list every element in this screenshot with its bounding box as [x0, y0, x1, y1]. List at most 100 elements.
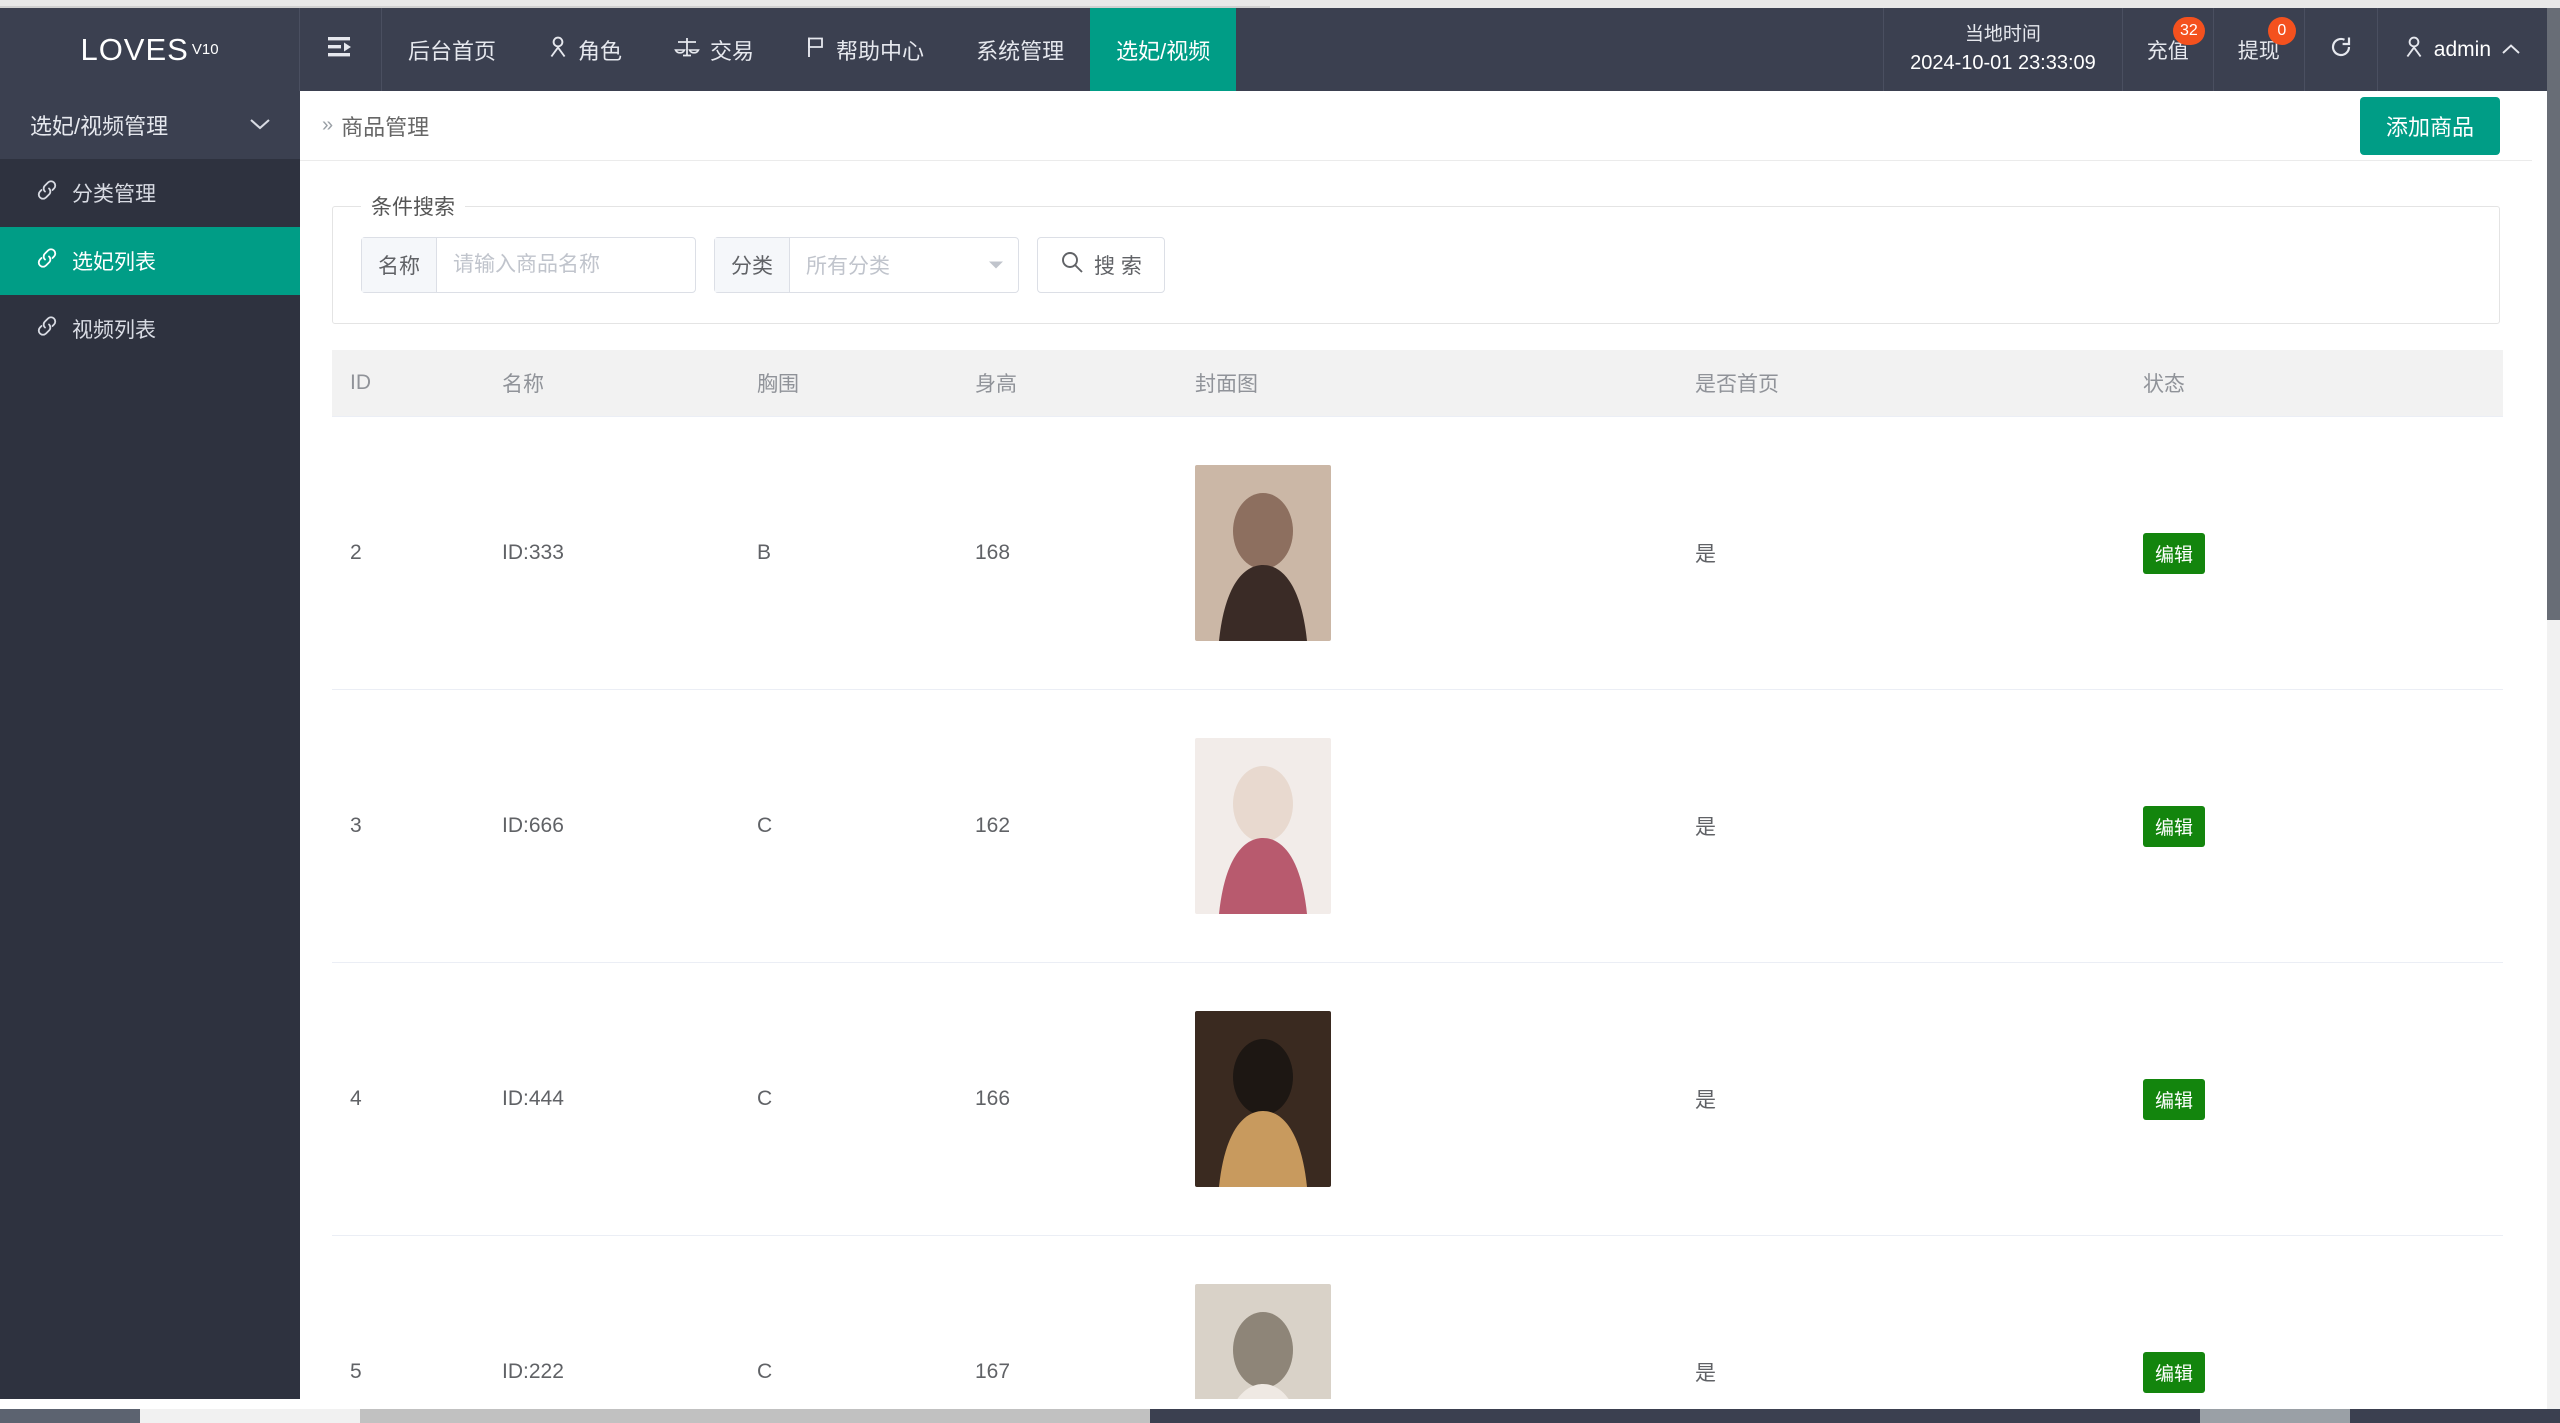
search-panel-legend: 条件搜索: [371, 196, 455, 219]
withdraw-badge: 0: [2267, 17, 2296, 45]
local-time-label: 当地时间: [1964, 24, 2041, 46]
menu-toggle-button[interactable]: [300, 8, 382, 91]
link-icon: [36, 248, 58, 274]
recharge-badge: 32: [2173, 17, 2205, 45]
sidebar-group-title: 选妃/视频管理: [30, 114, 169, 139]
recharge-button[interactable]: 充值 32: [2123, 8, 2214, 91]
cell-height: 168: [975, 416, 1195, 690]
sidebar-item-category-management[interactable]: 分类管理: [0, 159, 300, 227]
scales-icon: [674, 36, 700, 64]
chevron-down-icon: [248, 112, 272, 138]
edit-button[interactable]: 编辑: [2143, 805, 2206, 847]
search-button-label: 搜 索: [1094, 255, 1142, 278]
cell-id: 2: [332, 416, 502, 690]
brand-logo[interactable]: LOVES V10: [0, 8, 300, 91]
sidebar-item-label: 视频列表: [72, 319, 156, 342]
cell-is-home: 是: [1695, 962, 2143, 1236]
cell-height: 166: [975, 962, 1195, 1236]
main-nav: 后台首页 角色 交易 帮助中心 系统管理 选妃/视频: [382, 8, 1237, 91]
col-header-is-home: 是否首页: [1695, 350, 2143, 417]
nav-item-system-management[interactable]: 系统管理: [950, 8, 1090, 91]
sidebar-item-video-list[interactable]: 视频列表: [0, 295, 300, 363]
category-select-value: 所有分类: [806, 255, 890, 278]
add-product-button[interactable]: 添加商品: [2359, 96, 2500, 155]
cover-thumbnail[interactable]: [1195, 1284, 1331, 1399]
sidebar-item-label: 选妃列表: [72, 251, 156, 274]
cell-cover: [1195, 689, 1695, 963]
nav-label: 帮助中心: [836, 38, 925, 64]
cell-is-home: 是: [1695, 416, 2143, 690]
sidebar-group-header[interactable]: 选妃/视频管理: [0, 91, 300, 159]
col-header-name: 名称: [502, 350, 757, 417]
app-root: LOVES V10 后台首页 角色 交易 帮助中心 系统管理 选妃/视频 当地时…: [0, 0, 2560, 1423]
local-time: 当地时间 2024-10-01 23:33:09: [1883, 8, 2123, 91]
brand-name: LOVES: [80, 31, 189, 67]
cover-thumbnail[interactable]: [1195, 738, 1331, 914]
edit-button[interactable]: 编辑: [2143, 1078, 2206, 1120]
nav-item-dashboard[interactable]: 后台首页: [382, 8, 522, 91]
cell-height: 162: [975, 689, 1195, 963]
cell-id: 4: [332, 962, 502, 1236]
col-header-id: ID: [332, 350, 502, 417]
products-table: ID 名称 胸围 身高 封面图 是否首页 状态 2 ID:333 B 168 是编辑 3 I…: [332, 350, 2503, 1399]
cell-is-home: 是: [1695, 689, 2143, 963]
nav-item-roles[interactable]: 角色: [522, 8, 648, 91]
col-header-status: 状态: [2143, 350, 2503, 417]
withdraw-button[interactable]: 提现 0: [2214, 8, 2305, 91]
nav-item-help-center[interactable]: 帮助中心: [780, 8, 950, 91]
breadcrumb-separator: »: [322, 114, 334, 136]
search-name-input[interactable]: [437, 238, 695, 292]
vertical-scrollbar[interactable]: [2547, 8, 2560, 1423]
refresh-button[interactable]: [2305, 8, 2378, 91]
cell-height: 167: [975, 1235, 1195, 1399]
cell-id: 3: [332, 689, 502, 963]
edit-button[interactable]: 编辑: [2143, 532, 2206, 574]
cell-status: 编辑: [2143, 416, 2503, 690]
flag-icon: [806, 36, 826, 64]
horizontal-scrollbar-thumb-secondary[interactable]: [2200, 1409, 2350, 1423]
col-header-bust: 胸围: [757, 350, 975, 417]
sidebar: 选妃/视频管理 分类管理 选妃列表 视频列表: [0, 91, 300, 1399]
nav-label: 后台首页: [408, 38, 497, 64]
table-header-row: ID 名称 胸围 身高 封面图 是否首页 状态: [332, 350, 2503, 417]
user-menu-button[interactable]: admin: [2378, 8, 2547, 91]
sidebar-item-label: 分类管理: [72, 183, 156, 206]
header-right-group: 当地时间 2024-10-01 23:33:09 充值 32 提现 0 admi…: [1883, 8, 2547, 91]
link-icon: [36, 180, 58, 206]
cell-status: 编辑: [2143, 689, 2503, 963]
cell-bust: C: [757, 689, 975, 963]
hamburger-indent-icon: [327, 36, 354, 63]
edit-button[interactable]: 编辑: [2143, 1351, 2206, 1393]
search-panel: 条件搜索 名称 分类 所有分类: [332, 191, 2500, 324]
search-button[interactable]: 搜 索: [1037, 237, 1165, 293]
refresh-icon: [2329, 35, 2353, 65]
user-icon: [548, 36, 568, 64]
local-time-value: 2024-10-01 23:33:09: [1910, 51, 2096, 74]
nav-item-transactions[interactable]: 交易: [648, 8, 780, 91]
vertical-scrollbar-thumb[interactable]: [2547, 8, 2560, 620]
table-row: 4 ID:444 C 166 是编辑: [332, 962, 2503, 1236]
magnifier-icon: [1060, 250, 1084, 280]
breadcrumb-current: 商品管理: [341, 114, 430, 140]
brand-version: V10: [191, 41, 219, 58]
col-header-cover: 封面图: [1195, 350, 1695, 417]
cover-thumbnail[interactable]: [1195, 465, 1331, 641]
nav-item-selection-video[interactable]: 选妃/视频: [1090, 8, 1237, 91]
horizontal-scrollbar[interactable]: [0, 1409, 2560, 1423]
breadcrumb-bar: » 商品管理 添加商品: [300, 91, 2532, 161]
app-header: LOVES V10 后台首页 角色 交易 帮助中心 系统管理 选妃/视频 当地时…: [0, 8, 2547, 91]
category-field-label: 分类: [715, 238, 790, 292]
cell-name: ID:333: [502, 416, 757, 690]
browser-top-strip: [0, 0, 2560, 8]
table-row: 5 ID:222 C 167 是编辑: [332, 1235, 2503, 1399]
search-fields: 名称 分类 所有分类: [361, 237, 2471, 293]
content-area: 条件搜索 名称 分类 所有分类: [300, 161, 2532, 1399]
nav-label: 系统管理: [976, 38, 1065, 64]
cover-thumbnail[interactable]: [1195, 1011, 1331, 1187]
cell-id: 5: [332, 1235, 502, 1399]
horizontal-scrollbar-thumb[interactable]: [360, 1409, 1150, 1423]
cell-name: ID:222: [502, 1235, 757, 1399]
sidebar-item-selection-list[interactable]: 选妃列表: [0, 227, 300, 295]
category-select[interactable]: 所有分类: [790, 238, 1018, 292]
cell-status: 编辑: [2143, 1235, 2503, 1399]
